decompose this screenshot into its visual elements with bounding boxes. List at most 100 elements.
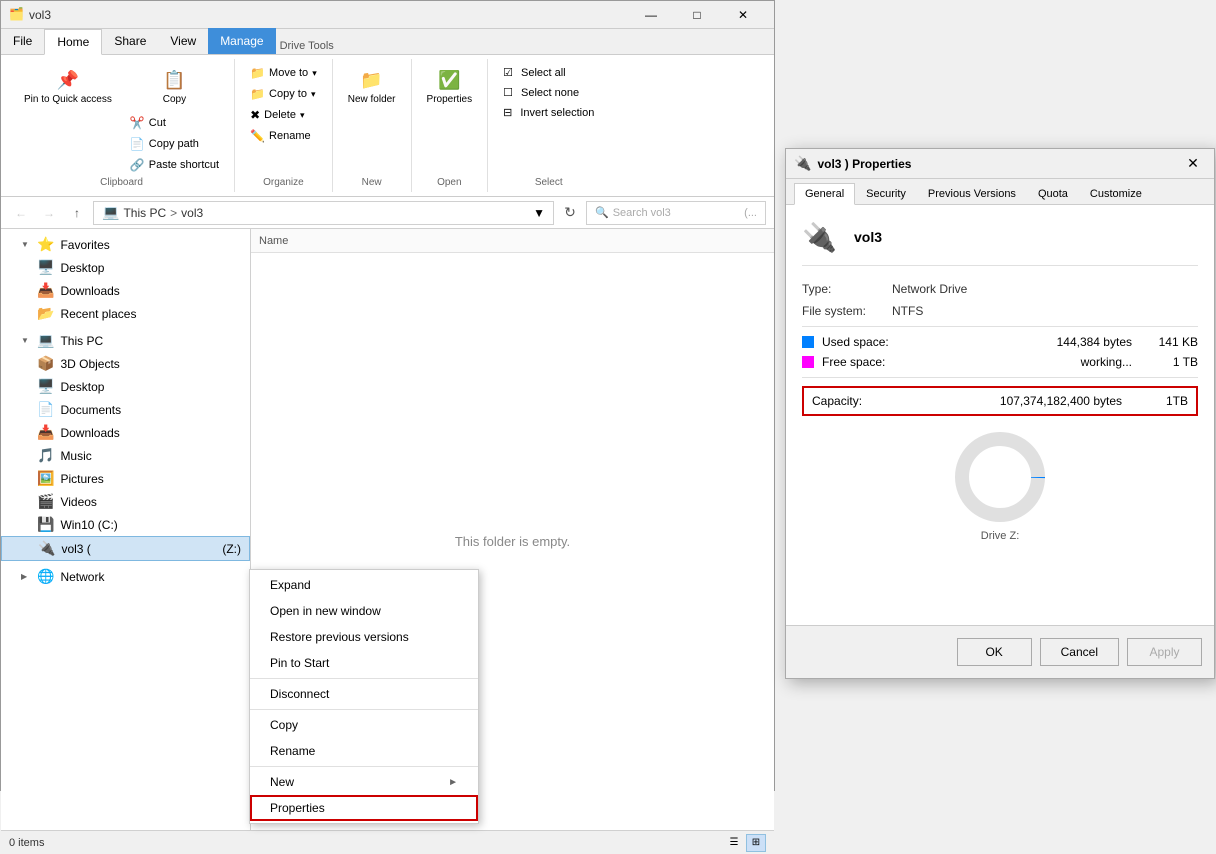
ribbon-tabs: File Home Share View Manage Drive Tools bbox=[1, 29, 774, 55]
pin-to-quick-access-button[interactable]: 📌 Pin to Quick access bbox=[17, 63, 119, 111]
select-all-icon: ☑ bbox=[503, 66, 513, 79]
sidebar-item-desktop[interactable]: 🖥️ Desktop bbox=[1, 256, 250, 279]
ctx-new-arrow-icon: ► bbox=[448, 777, 458, 788]
sidebar-item-network[interactable]: ▶ 🌐 Network bbox=[1, 565, 250, 588]
back-button[interactable]: ← bbox=[9, 201, 33, 225]
delete-arrow-icon: ▾ bbox=[300, 110, 305, 121]
tab-view[interactable]: View bbox=[158, 28, 208, 54]
tab-customize[interactable]: Customize bbox=[1079, 183, 1153, 205]
capacity-label: Capacity: bbox=[812, 394, 902, 408]
sidebar-item-downloads[interactable]: 📥 Downloads bbox=[1, 279, 250, 302]
sidebar-item-recent[interactable]: 📂 Recent places bbox=[1, 302, 250, 325]
ctx-copy[interactable]: Copy bbox=[250, 712, 478, 738]
maximize-button[interactable]: □ bbox=[674, 1, 720, 29]
search-box[interactable]: 🔍 Search vol3 (... bbox=[586, 201, 766, 225]
used-space-human: 141 KB bbox=[1148, 335, 1198, 349]
copy-to-button[interactable]: 📁 Copy to ▾ bbox=[243, 84, 324, 104]
free-space-human: 1 TB bbox=[1148, 355, 1198, 369]
dialog-close-button[interactable]: ✕ bbox=[1180, 151, 1206, 177]
sidebar-item-pictures[interactable]: 🖼️ Pictures bbox=[1, 467, 250, 490]
ctx-rename[interactable]: Rename bbox=[250, 738, 478, 764]
tab-file[interactable]: File bbox=[1, 28, 44, 54]
copy-path-button[interactable]: 📄 Copy path bbox=[123, 134, 226, 154]
path-vol3[interactable]: vol3 bbox=[181, 206, 203, 220]
rename-icon: ✏️ bbox=[250, 129, 265, 143]
organize-group: 📁 Move to ▾ 📁 Copy to ▾ ✖ Delete ▾ bbox=[235, 59, 333, 192]
capacity-row: Capacity: 107,374,182,400 bytes 1TB bbox=[802, 386, 1198, 416]
close-button[interactable]: ✕ bbox=[720, 1, 766, 29]
thispc-expand-icon: ▼ bbox=[21, 336, 31, 345]
sidebar-item-vol3[interactable]: 🔌 vol3 ( (Z:) bbox=[1, 536, 250, 561]
ctx-pin-start[interactable]: Pin to Start bbox=[250, 650, 478, 676]
sidebar-item-3dobjects[interactable]: 📦 3D Objects bbox=[1, 352, 250, 375]
sidebar-item-win10[interactable]: 💾 Win10 (C:) bbox=[1, 513, 250, 536]
up-button[interactable]: ↑ bbox=[65, 201, 89, 225]
open-items: ✅ Properties bbox=[420, 63, 480, 175]
sidebar-item-thispc[interactable]: ▼ 💻 This PC bbox=[1, 329, 250, 352]
favorites-expand-icon: ▼ bbox=[21, 240, 31, 249]
sidebar-item-desktop2[interactable]: 🖥️ Desktop bbox=[1, 375, 250, 398]
ctx-properties[interactable]: Properties bbox=[250, 795, 478, 821]
cut-button[interactable]: ✂️ Cut bbox=[123, 113, 226, 133]
refresh-button[interactable]: ↻ bbox=[558, 201, 582, 225]
sidebar-item-downloads2[interactable]: 📥 Downloads bbox=[1, 421, 250, 444]
ctx-restore-versions[interactable]: Restore previous versions bbox=[250, 624, 478, 650]
invert-selection-button[interactable]: ⊟ Invert selection bbox=[496, 103, 601, 122]
select-none-icon: ☐ bbox=[503, 86, 513, 99]
dialog-divider-1 bbox=[802, 326, 1198, 327]
ctx-new[interactable]: New ► bbox=[250, 769, 478, 795]
delete-button[interactable]: ✖ Delete ▾ bbox=[243, 105, 324, 125]
move-to-button[interactable]: 📁 Move to ▾ bbox=[243, 63, 324, 83]
sidebar-item-videos[interactable]: 🎬 Videos bbox=[1, 490, 250, 513]
properties-button[interactable]: ✅ Properties bbox=[420, 63, 480, 111]
sidebar-item-favorites[interactable]: ▼ ⭐ Favorites bbox=[1, 233, 250, 256]
filesystem-label: File system: bbox=[802, 304, 892, 318]
dialog-drive-icon: 🔌 bbox=[802, 221, 842, 253]
move-icon: 📁 bbox=[250, 66, 265, 80]
ctx-disconnect[interactable]: Disconnect bbox=[250, 681, 478, 707]
minimize-button[interactable]: — bbox=[628, 1, 674, 29]
tab-quota[interactable]: Quota bbox=[1027, 183, 1079, 205]
ctx-open-new-window[interactable]: Open in new window bbox=[250, 598, 478, 624]
clipboard-label: Clipboard bbox=[100, 177, 143, 188]
list-view-button[interactable]: ☰ bbox=[724, 834, 744, 852]
ctx-properties-label: Properties bbox=[270, 801, 325, 815]
tab-home[interactable]: Home bbox=[44, 29, 102, 55]
sidebar-item-music[interactable]: 🎵 Music bbox=[1, 444, 250, 467]
tab-general[interactable]: General bbox=[794, 183, 855, 205]
ok-button[interactable]: OK bbox=[957, 638, 1032, 666]
new-items: 📁 New folder bbox=[341, 63, 403, 175]
select-none-button[interactable]: ☐ Select none bbox=[496, 83, 601, 102]
apply-button[interactable]: Apply bbox=[1127, 638, 1202, 666]
sidebar-item-documents[interactable]: 📄 Documents bbox=[1, 398, 250, 421]
address-path[interactable]: 💻 This PC > vol3 ▼ bbox=[93, 201, 554, 225]
tab-share[interactable]: Share bbox=[102, 28, 158, 54]
path-separator: > bbox=[170, 206, 177, 220]
tab-security[interactable]: Security bbox=[855, 183, 917, 205]
open-group: ✅ Properties Open bbox=[412, 59, 489, 192]
context-menu: Expand Open in new window Restore previo… bbox=[249, 569, 479, 824]
empty-message: This folder is empty. bbox=[455, 534, 570, 549]
view-buttons: ☰ ⊞ bbox=[724, 834, 766, 852]
search-placeholder: Search vol3 bbox=[613, 207, 671, 219]
tab-previous-versions[interactable]: Previous Versions bbox=[917, 183, 1027, 205]
path-dropdown-icon[interactable]: ▼ bbox=[533, 206, 545, 220]
tab-drive-tools[interactable]: Manage bbox=[208, 28, 275, 54]
rename-button[interactable]: ✏️ Rename bbox=[243, 126, 324, 146]
drive-label: Drive Z: bbox=[981, 530, 1020, 542]
music-label: Music bbox=[60, 449, 91, 463]
recent-icon: 📂 bbox=[37, 305, 54, 322]
forward-button[interactable]: → bbox=[37, 201, 61, 225]
music-icon: 🎵 bbox=[37, 447, 54, 464]
open-label: Open bbox=[437, 177, 461, 188]
vol3-icon: 🔌 bbox=[38, 540, 55, 557]
ctx-expand[interactable]: Expand bbox=[250, 572, 478, 598]
copy-button[interactable]: 📋 Copy bbox=[123, 63, 226, 111]
select-all-button[interactable]: ☑ Select all bbox=[496, 63, 601, 82]
details-view-button[interactable]: ⊞ bbox=[746, 834, 766, 852]
cancel-button[interactable]: Cancel bbox=[1040, 638, 1119, 666]
paste-shortcut-button[interactable]: 🔗 Paste shortcut bbox=[123, 155, 226, 175]
new-folder-button[interactable]: 📁 New folder bbox=[341, 63, 403, 111]
organize-label: Organize bbox=[263, 177, 304, 188]
path-this-pc[interactable]: This PC bbox=[123, 206, 166, 220]
